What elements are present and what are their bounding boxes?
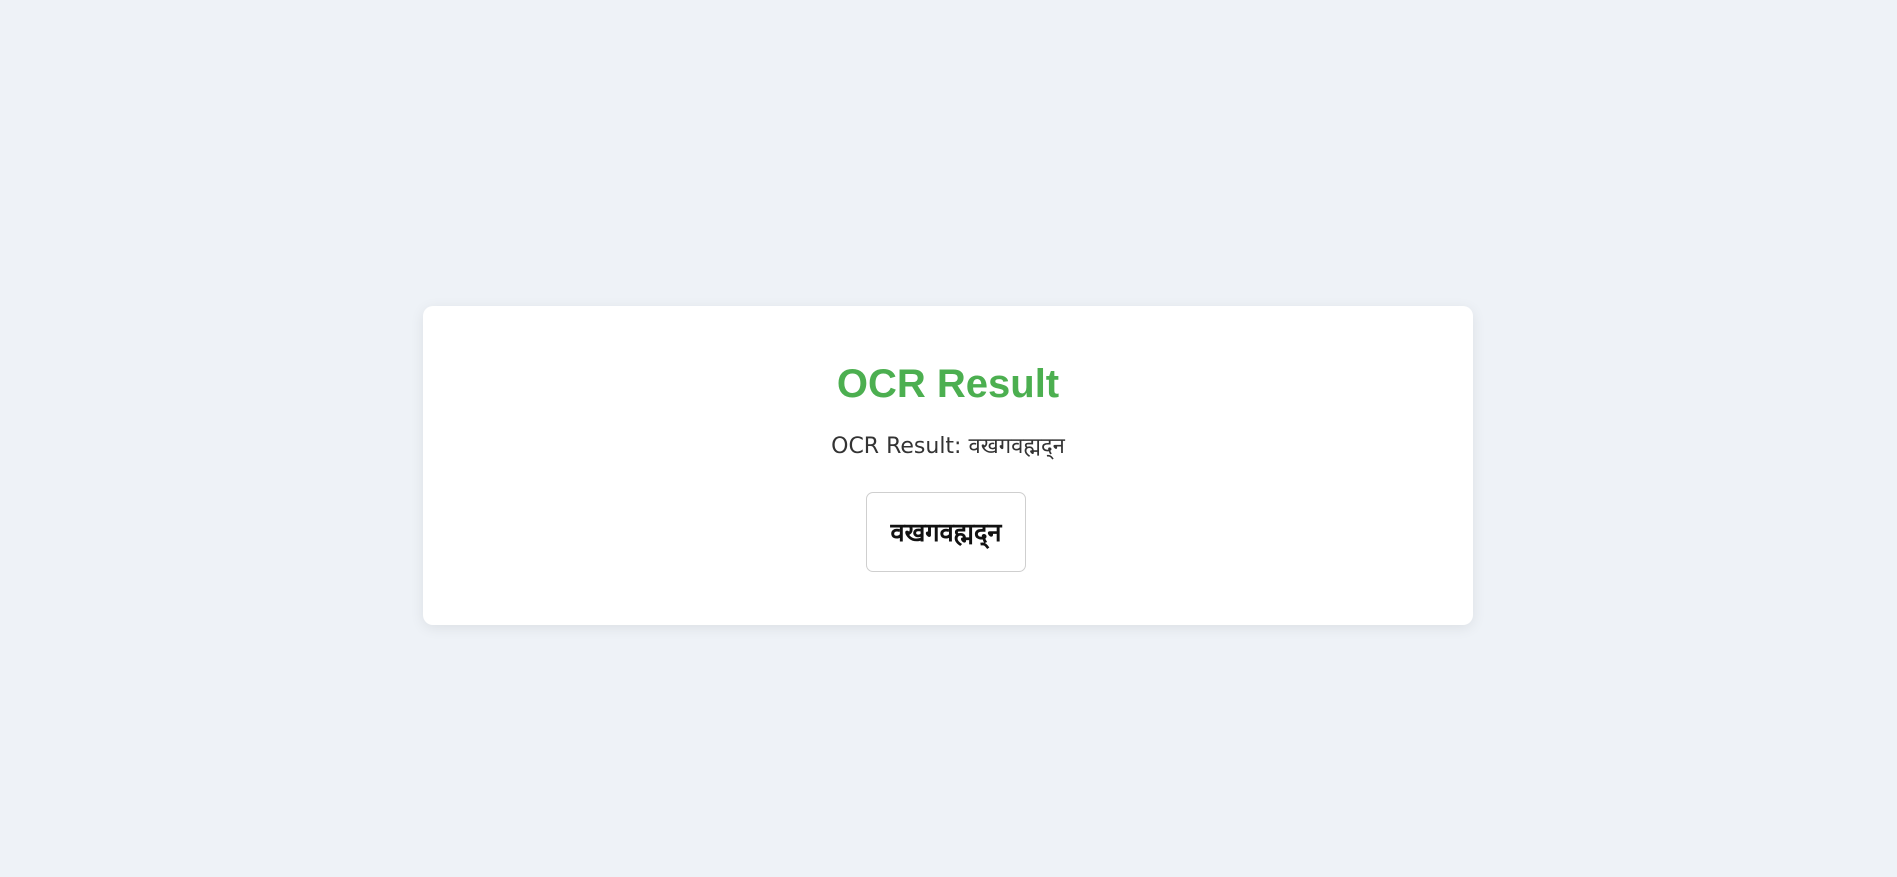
ocr-result-label: OCR Result:	[831, 434, 962, 459]
page-title: OCR Result	[836, 362, 1060, 406]
ocr-result-value: वखगवह्मद्न	[968, 434, 1065, 459]
captcha-image: वखगवह्मद्न	[866, 492, 1026, 572]
captcha-image-text: वखगवह्मद्न	[889, 517, 1002, 550]
captcha-image-svg: वखगवह्मद्न	[889, 517, 1002, 550]
ocr-result-card: OCR Result OCR Result: वखगवह्मद्न वखगवह्…	[423, 306, 1473, 625]
ocr-result-line: OCR Result: वखगवह्मद्न	[423, 432, 1473, 462]
page: OCR Result OCR Result: वखगवह्मद्न वखगवह्…	[0, 0, 1897, 877]
